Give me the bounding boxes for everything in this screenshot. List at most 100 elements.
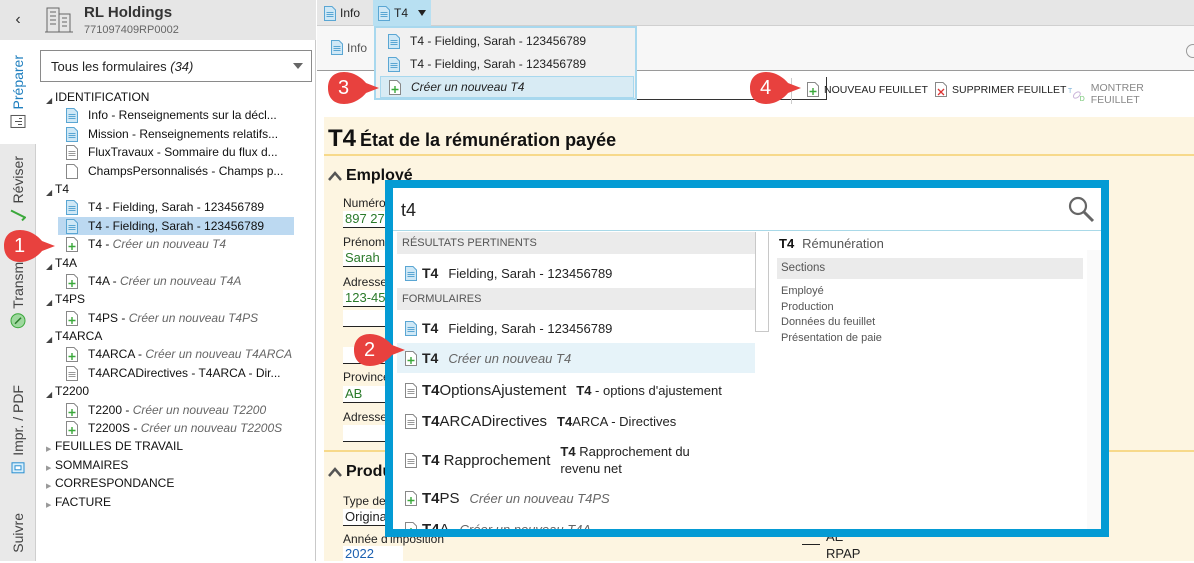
tree-group-label: FACTURE — [55, 494, 112, 509]
tree-group[interactable]: ▶ CORRESPONDANCE — [36, 474, 316, 492]
field-label: Province — [343, 370, 390, 384]
callout-4: 4 — [746, 70, 802, 106]
result-code: T4 — [422, 381, 440, 399]
callout-1: 1 — [0, 228, 56, 264]
tree-group[interactable]: ◢ T4ARCA — [36, 327, 316, 345]
result-row[interactable]: T4OptionsAjustement T4 - options d'ajust… — [397, 374, 755, 406]
document-icon — [66, 200, 78, 215]
collapse-sidebar-button[interactable]: ‹ — [0, 0, 36, 40]
preview-section-item[interactable]: Données du feuillet — [781, 315, 882, 331]
dropdown-item-t4-slip[interactable]: T4 - Fielding, Sarah - 123456789 — [380, 30, 634, 52]
document-icon — [66, 145, 78, 160]
new-document-icon — [66, 421, 78, 436]
callout-marker-icon — [0, 228, 56, 264]
result-desc-line2: revenu net — [560, 461, 622, 476]
tab-label: T4 — [394, 6, 409, 20]
new-document-icon — [66, 237, 78, 252]
tree-group[interactable]: ▶ FACTURE — [36, 493, 316, 511]
vtab-suivre[interactable]: Suivre — [0, 505, 36, 561]
new-document-icon — [66, 403, 78, 418]
subtab-label: Info — [347, 40, 368, 55]
form-search-input[interactable]: t4 — [393, 188, 1101, 231]
form-filter-label: Tous les formulaires — [51, 58, 167, 74]
tree-item[interactable]: Mission - Renseignements relatifs... — [36, 125, 316, 143]
tree-group[interactable]: ◢ T2200 — [36, 382, 316, 400]
tab-t4[interactable]: T4 — [373, 0, 432, 26]
new-slip-button[interactable]: NOUVEAU FEUILLET — [807, 82, 928, 97]
vtab-print-pdf[interactable]: Impr. / PDF — [0, 360, 36, 500]
delete-slip-button[interactable]: SUPPRIMER FEUILLET — [935, 82, 1066, 97]
back-circle-button[interactable] — [1186, 44, 1194, 58]
tree-item-label: T4A - — [88, 273, 121, 288]
tree-group-label: SOMMAIRES — [55, 457, 129, 472]
delete-document-icon — [935, 82, 947, 97]
dropdown-item-label: Créer un nouveau T4 — [411, 80, 525, 94]
search-icon[interactable] — [1067, 195, 1095, 223]
vtab-preparer[interactable]: Préparer — [0, 40, 36, 144]
tree-item-selected[interactable]: T4 - Fielding, Sarah - 123456789 — [58, 216, 294, 236]
tree-item[interactable]: T4ARCADirectives - T4ARCA - Dir... — [36, 364, 316, 382]
tree-item-label: T4ARCA - — [88, 347, 146, 362]
new-document-icon — [389, 80, 401, 95]
tree-group-label: T4A — [55, 255, 78, 270]
form-filter-select[interactable]: Tous les formulaires (34) — [40, 50, 312, 82]
tree-item[interactable]: T2200 - Créer un nouveau T2200 — [36, 401, 316, 419]
result-row[interactable]: T4ARCADirectives T4ARCA - Directives — [397, 405, 755, 437]
subtab-info[interactable]: Info — [331, 40, 367, 55]
result-row[interactable]: T4 Rapprochement T4 Rapprochement du reve… — [397, 437, 755, 483]
result-row[interactable]: T4PS Créer un nouveau T4PS — [397, 482, 755, 514]
preview-section-item[interactable]: Employé — [781, 284, 882, 300]
field-label: Type de — [343, 494, 386, 508]
dropdown-item-create-t4[interactable]: Créer un nouveau T4 — [380, 76, 634, 98]
tree-group[interactable]: ◢ T4A — [36, 254, 316, 272]
tree-item[interactable]: ChampsPersonnalisés - Champs p... — [36, 162, 316, 180]
tax-year-field[interactable]: 2022 — [343, 546, 403, 563]
result-code-rest: OptionsAjustement — [439, 381, 567, 399]
vtab-reviser[interactable]: Réviser — [0, 150, 36, 230]
new-document-icon — [405, 491, 417, 506]
tree-item[interactable]: FluxTravaux - Sommaire du flux d... — [36, 143, 316, 161]
result-desc-bold: T4 — [576, 382, 592, 398]
new-document-icon — [66, 274, 78, 289]
new-document-icon — [66, 311, 78, 326]
result-row[interactable]: T4 Fielding, Sarah - 123456789 — [397, 312, 755, 344]
result-desc: Créer un nouveau T4 — [448, 350, 572, 366]
tree-item-label: T4PS - — [88, 310, 129, 325]
result-row-create-t4[interactable]: T4 Créer un nouveau T4 — [397, 343, 755, 373]
tree-item[interactable]: T4PS - Créer un nouveau T4PS — [36, 309, 316, 327]
dropdown-arrow-icon[interactable] — [418, 10, 427, 16]
tree-group[interactable]: ◢ T4PS — [36, 290, 316, 308]
dropdown-item-t4-slip[interactable]: T4 - Fielding, Sarah - 123456789 — [380, 53, 634, 75]
tree-item[interactable]: T4ARCA - Créer un nouveau T4ARCA — [36, 345, 316, 363]
document-icon — [405, 453, 417, 468]
tree-item[interactable]: T4 - Fielding, Sarah - 123456789 — [36, 198, 316, 216]
tree-item-sublabel: Créer un nouveau T4A — [120, 273, 242, 288]
tree-item[interactable]: T4A - Créer un nouveau T4A — [36, 272, 316, 290]
document-icon — [66, 219, 78, 234]
t4-tab-dropdown: T4 - Fielding, Sarah - 123456789 T4 - Fi… — [374, 26, 637, 100]
preview-section-item[interactable]: Présentation de paie — [781, 331, 882, 347]
preview-section-item[interactable]: Production — [781, 300, 882, 316]
show-slip-button[interactable]: TD MONTRER FEUILLET — [1068, 82, 1194, 106]
new-document-icon — [405, 351, 417, 366]
tree-item[interactable]: T4 - Créer un nouveau T4 — [36, 235, 316, 253]
result-row[interactable]: T4A Créer un nouveau T4A — [397, 513, 755, 529]
callout-marker-icon — [746, 70, 802, 106]
chevron-up-icon — [328, 171, 342, 181]
tree-group[interactable]: ▶ FEUILLES DE TRAVAIL — [36, 437, 316, 455]
document-icon — [405, 266, 417, 281]
preview-code: T4 — [779, 236, 795, 251]
result-desc: Créer un nouveau T4PS — [469, 490, 610, 506]
result-desc-bold: T4 — [560, 444, 576, 459]
tree-item[interactable]: T2200S - Créer un nouveau T2200S — [36, 419, 316, 437]
tree-group[interactable]: ◢ IDENTIFICATION — [36, 88, 316, 106]
result-row[interactable]: T4 Fielding, Sarah - 123456789 — [397, 256, 755, 290]
tree-group[interactable]: ▶ SOMMAIRES — [36, 456, 316, 474]
chevron-up-icon — [328, 467, 342, 477]
form-search-popup: t4 RÉSULTATS PERTINENTS T4 Fielding, Sar… — [385, 180, 1109, 537]
tree-item[interactable]: Info - Renseignements sur la décl... — [36, 106, 316, 124]
results-scrollbar[interactable] — [755, 232, 769, 332]
tree-group[interactable]: ◢ T4 — [36, 180, 316, 198]
collapsed-triangle-icon[interactable]: ▶ — [46, 497, 51, 515]
tab-info[interactable]: Info — [319, 0, 365, 26]
